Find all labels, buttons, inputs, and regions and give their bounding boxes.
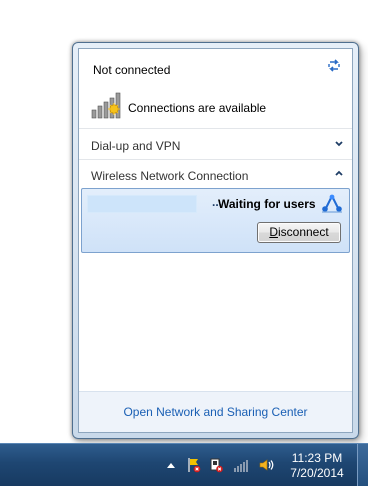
- removable-device-icon[interactable]: [208, 457, 224, 473]
- refresh-icon[interactable]: [325, 59, 343, 75]
- disconnect-accelerator: D: [269, 225, 278, 239]
- connection-status-title: Not connected: [93, 63, 171, 77]
- volume-icon[interactable]: [258, 457, 274, 473]
- divider: [79, 159, 352, 160]
- section-dialup-vpn[interactable]: Dial-up and VPN: [79, 131, 352, 158]
- chevron-down-icon: [335, 141, 343, 147]
- show-desktop-button[interactable]: [357, 444, 368, 486]
- open-network-sharing-link[interactable]: Open Network and Sharing Center: [79, 405, 352, 419]
- adhoc-network-icon: [322, 194, 342, 213]
- chevron-up-icon: [335, 170, 343, 176]
- network-flyout: Not connected Connections are available …: [72, 42, 359, 439]
- section-label: Dial-up and VPN: [91, 139, 181, 153]
- taskbar-clock[interactable]: 11:23 PM 7/20/2014: [284, 451, 350, 481]
- network-signal-icon[interactable]: [233, 457, 249, 473]
- wireless-connection-item[interactable]: ... Waiting for users Disconnect: [81, 188, 350, 253]
- disconnect-button-label: isconnect: [277, 225, 329, 239]
- action-center-flag-icon[interactable]: [186, 457, 202, 473]
- taskbar: 11:23 PM 7/20/2014: [0, 443, 368, 486]
- divider: [79, 128, 352, 129]
- signal-available-icon: [91, 92, 121, 119]
- disconnect-button[interactable]: Disconnect: [257, 222, 341, 243]
- clock-time: 11:23 PM: [291, 451, 343, 465]
- flyout-footer: Open Network and Sharing Center: [79, 391, 352, 432]
- network-name-field: [87, 195, 197, 213]
- flyout-panel: Not connected Connections are available …: [78, 48, 353, 433]
- section-label: Wireless Network Connection: [91, 169, 249, 183]
- show-hidden-icons-icon[interactable]: [166, 461, 176, 469]
- section-wireless[interactable]: Wireless Network Connection: [79, 161, 352, 188]
- connection-status-label: Waiting for users: [218, 197, 316, 211]
- connections-available-label: Connections are available: [128, 101, 267, 115]
- clock-date: 7/20/2014: [290, 466, 344, 480]
